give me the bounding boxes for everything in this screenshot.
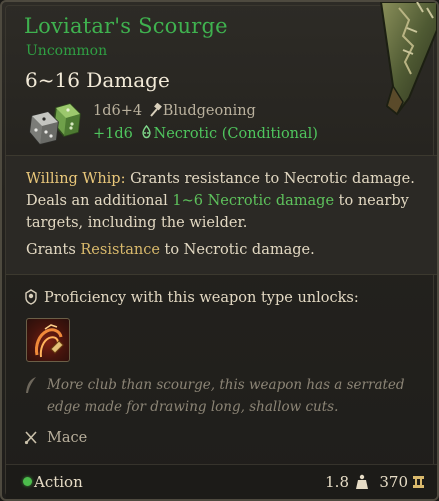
- damage-type: Bludgeoning: [162, 103, 256, 119]
- mace-icon: [24, 431, 37, 445]
- damage-line-bludgeoning: 1d6+4 Bludgeoning: [93, 103, 256, 119]
- feather-icon: [26, 377, 36, 393]
- necrotic-icon: [141, 125, 151, 139]
- damage-dice: 1d6+4: [93, 103, 143, 119]
- proficiency-row: Proficiency with this weapon type unlock…: [24, 289, 359, 306]
- weapon-action-icon[interactable]: [26, 318, 70, 362]
- weapon-art-icon: [379, 2, 437, 116]
- gold-icon: [413, 476, 424, 488]
- passive-highlight[interactable]: 1~6 Necrotic damage: [172, 193, 334, 209]
- flavor-text: More club than scourge, this weapon has …: [47, 377, 405, 415]
- weapon-action-art-icon: [35, 324, 64, 358]
- item-rarity: Uncommon: [26, 43, 108, 59]
- gold-value: 370: [379, 473, 408, 491]
- grants-suffix: to Necrotic damage.: [159, 242, 315, 258]
- damage-total: 6~16 Damage: [25, 68, 170, 92]
- passive-description: Willing Whip: Grants resistance to Necro…: [26, 168, 421, 234]
- damage-dice: +1d6: [93, 126, 133, 142]
- action-label: Action: [34, 473, 83, 491]
- item-name: Loviatar's Scourge: [24, 14, 228, 38]
- resistance-keyword[interactable]: Resistance: [80, 242, 160, 258]
- action-resource-icon: [23, 477, 32, 486]
- weight-icon: [356, 474, 368, 489]
- flavor-row: More club than scourge, this weapon has …: [24, 374, 424, 418]
- bludgeoning-icon: [149, 103, 162, 117]
- description-panel: Willing Whip: Grants resistance to Necro…: [6, 155, 437, 275]
- item-tooltip: Loviatar's Scourge Uncommon 6~16 Damage …: [0, 0, 439, 501]
- proficiency-icon: [25, 289, 37, 305]
- weapon-type-row: Mace: [24, 430, 87, 446]
- grants-line: Grants Resistance to Necrotic damage.: [26, 242, 315, 258]
- tooltip-footer: Action 1.8 370: [6, 464, 437, 499]
- dice-icon: [29, 103, 81, 145]
- grants-prefix: Grants: [26, 242, 81, 258]
- proficiency-label: Proficiency with this weapon type unlock…: [44, 290, 359, 306]
- damage-line-necrotic: +1d6 Necrotic (Conditional): [93, 125, 318, 142]
- passive-name: Willing Whip:: [26, 171, 126, 187]
- weight-value: 1.8: [325, 473, 349, 491]
- damage-type: Necrotic (Conditional): [153, 126, 318, 142]
- weapon-type: Mace: [47, 430, 88, 446]
